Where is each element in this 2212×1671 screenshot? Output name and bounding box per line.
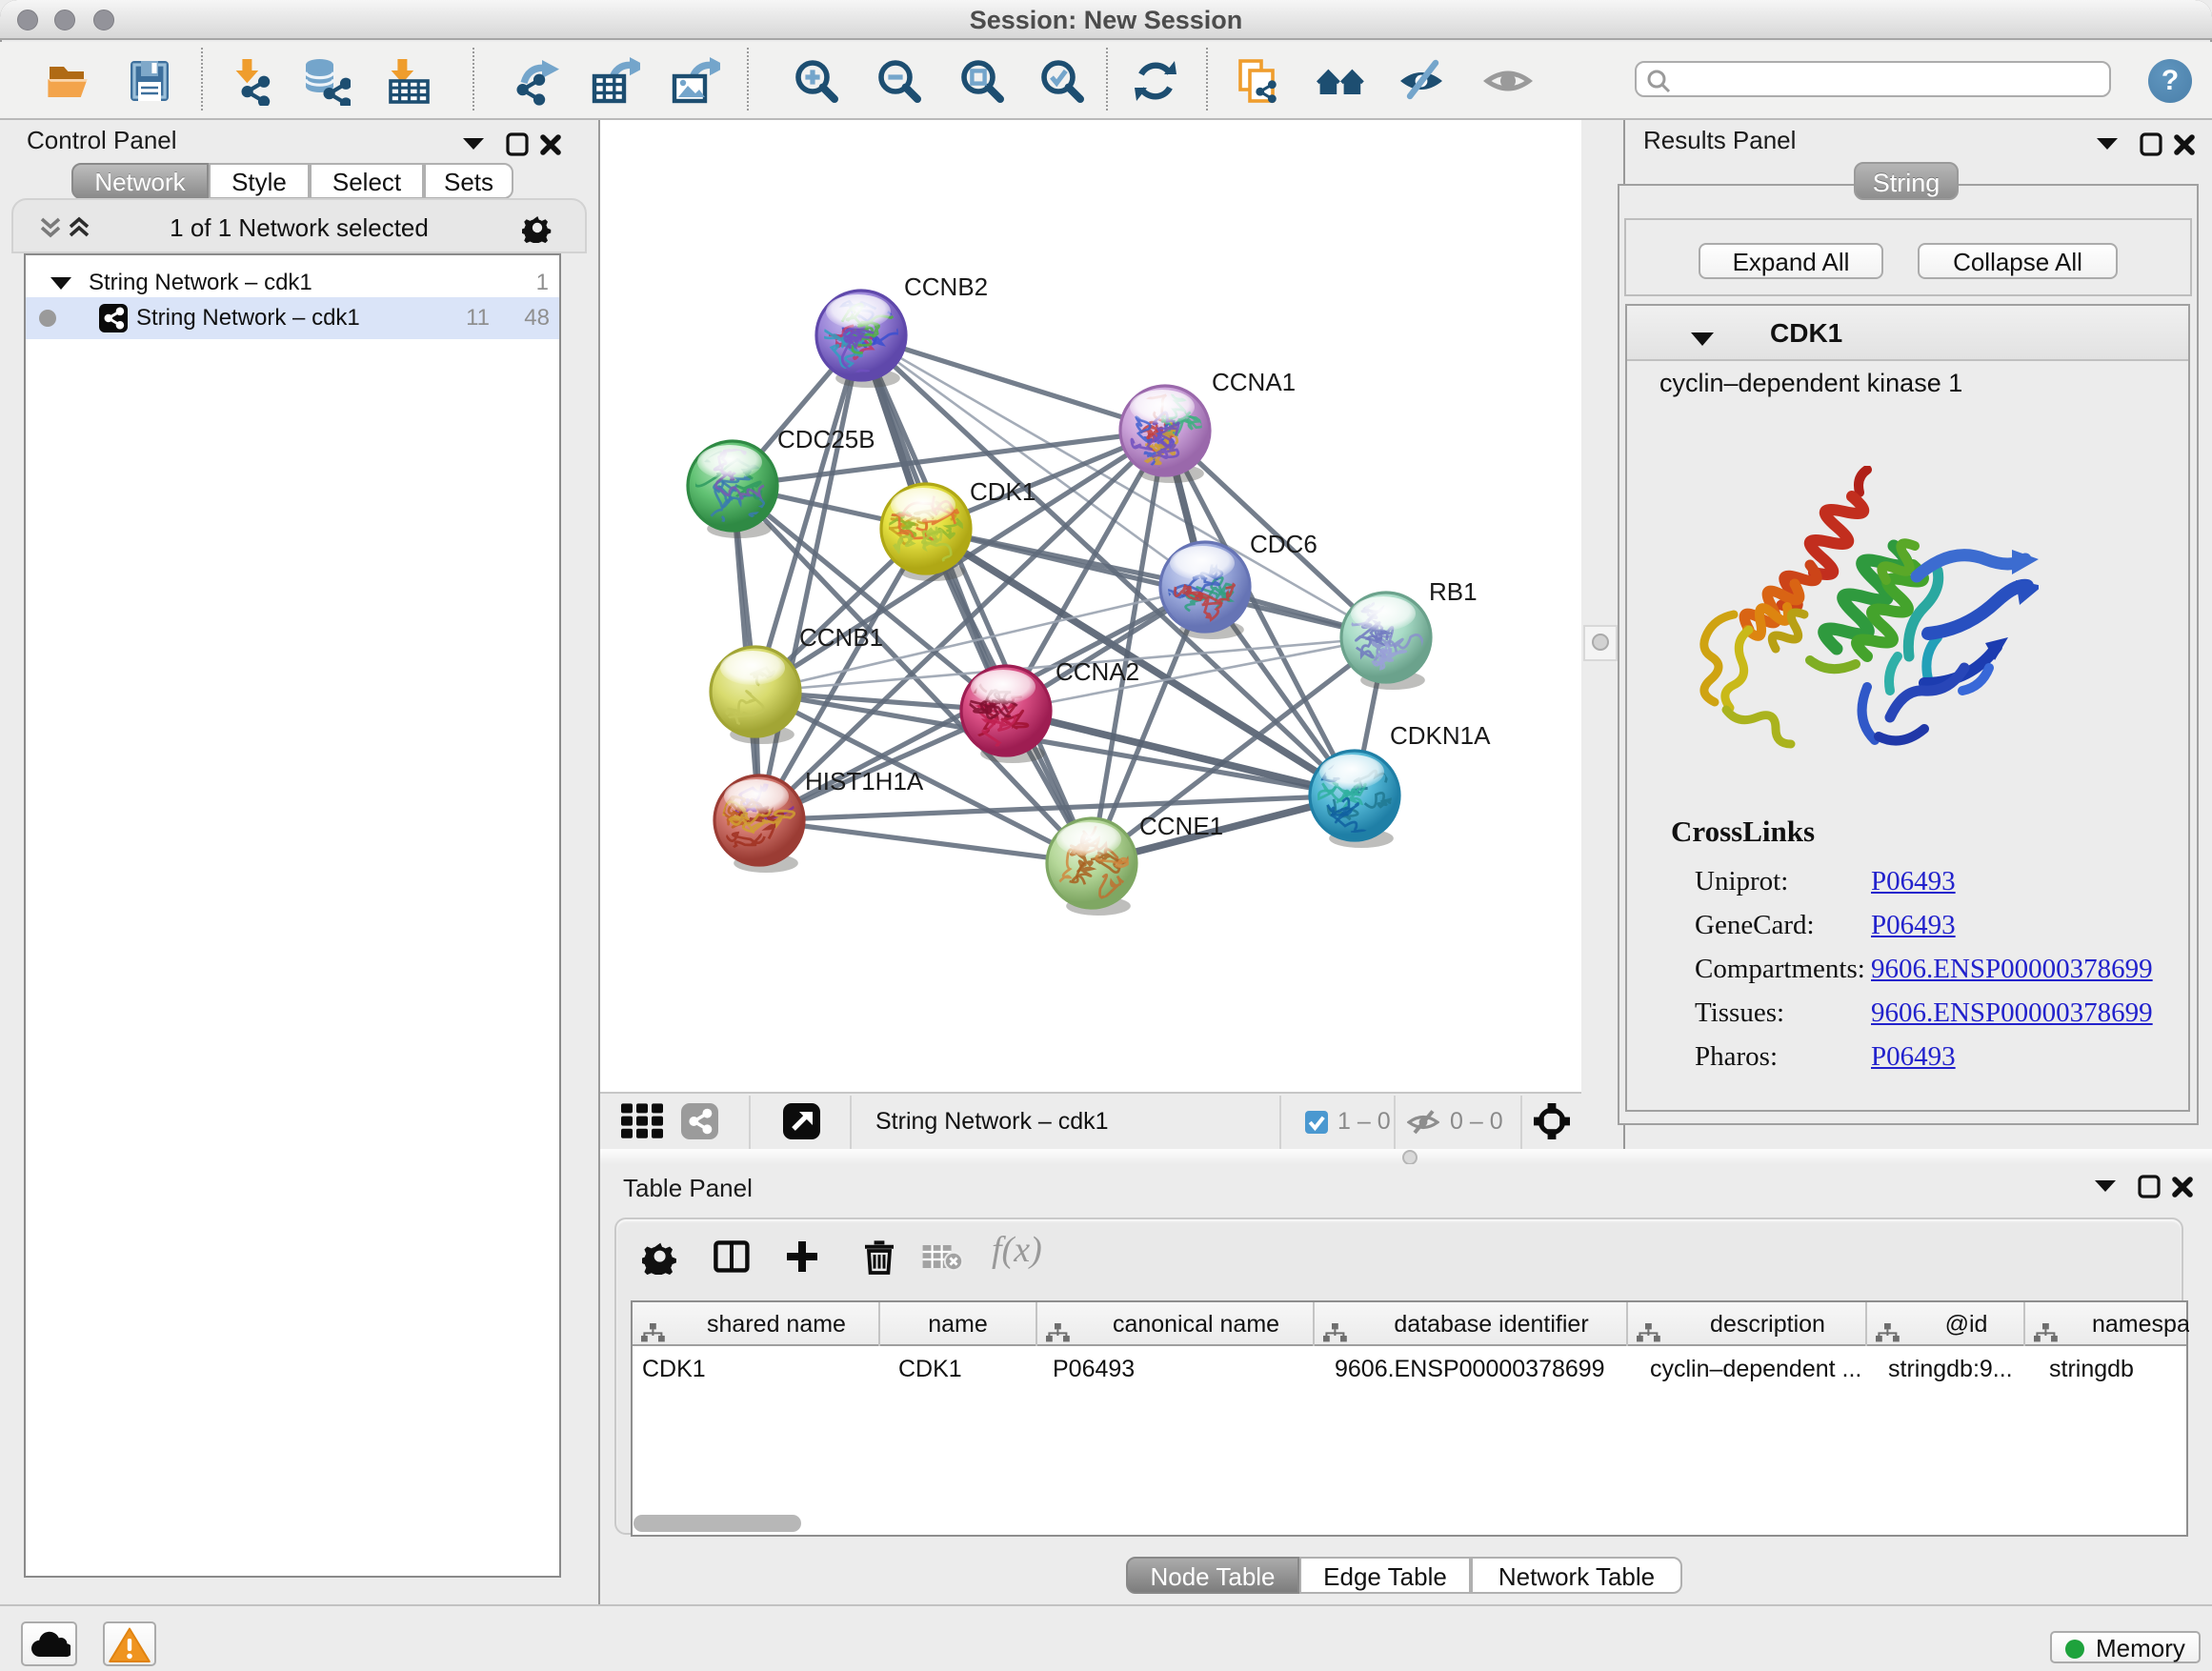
svg-text:CDK1: CDK1 bbox=[970, 477, 1036, 506]
svg-text:RB1: RB1 bbox=[1429, 577, 1478, 606]
svg-text:CCNA2: CCNA2 bbox=[1056, 657, 1139, 686]
svg-text:CCNB1: CCNB1 bbox=[799, 623, 883, 652]
svg-text:HIST1H1A: HIST1H1A bbox=[805, 767, 924, 795]
svg-text:CCNB2: CCNB2 bbox=[904, 272, 988, 301]
svg-text:CDC25B: CDC25B bbox=[777, 425, 875, 453]
svg-text:CCNA1: CCNA1 bbox=[1212, 368, 1296, 396]
svg-text:CCNE1: CCNE1 bbox=[1139, 812, 1223, 840]
svg-text:CDKN1A: CDKN1A bbox=[1390, 721, 1491, 750]
svg-text:CDC6: CDC6 bbox=[1250, 530, 1317, 558]
